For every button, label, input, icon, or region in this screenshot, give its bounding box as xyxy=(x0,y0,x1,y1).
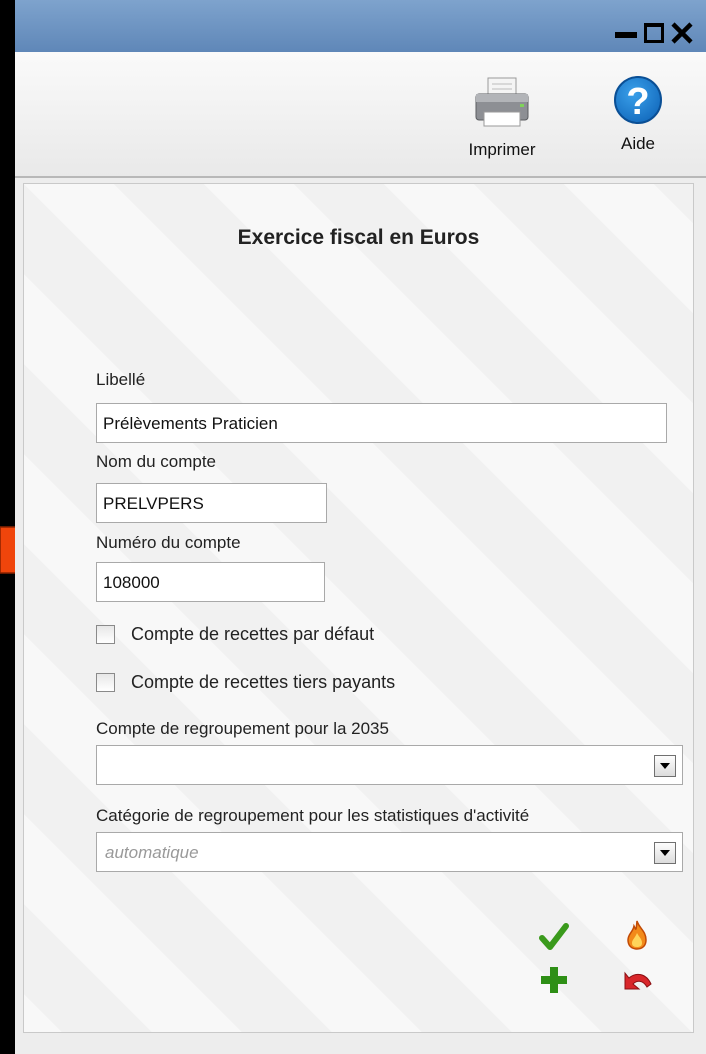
maximize-button[interactable] xyxy=(640,18,668,48)
page-title: Exercice fiscal en Euros xyxy=(237,226,480,249)
undo-button[interactable] xyxy=(620,963,654,997)
regroupement-2035-label: Compte de regroupement pour la 2035 xyxy=(96,719,389,738)
printer-icon xyxy=(475,77,529,127)
toolbar: Imprimer ? Aide xyxy=(15,52,706,178)
plus-icon xyxy=(541,967,567,993)
checkbox-recettes-defaut[interactable]: Compte de recettes par défaut xyxy=(96,624,374,645)
numero-compte-input[interactable]: 108000 xyxy=(96,562,325,602)
numero-compte-label: Numéro du compte xyxy=(96,533,241,552)
categorie-stats-select[interactable]: automatique xyxy=(96,832,683,872)
close-button[interactable] xyxy=(668,18,696,48)
checkbox-recettes-defaut-box[interactable] xyxy=(96,625,115,644)
help-button[interactable]: ? Aide xyxy=(603,76,673,154)
add-button[interactable] xyxy=(537,963,571,997)
form-panel: Exercice fiscal en Euros Libellé Prélève… xyxy=(23,183,694,1033)
checkbox-recettes-tiers-box[interactable] xyxy=(96,673,115,692)
chevron-down-icon[interactable] xyxy=(654,842,676,864)
categorie-stats-value: automatique xyxy=(105,843,199,862)
undo-icon xyxy=(624,971,652,990)
delete-button[interactable] xyxy=(620,918,654,952)
checkbox-recettes-tiers[interactable]: Compte de recettes tiers payants xyxy=(96,672,395,693)
checkbox-recettes-tiers-label: Compte de recettes tiers payants xyxy=(131,672,396,692)
help-label: Aide xyxy=(620,134,656,153)
window-controls xyxy=(612,18,696,48)
libelle-input[interactable]: Prélèvements Praticien xyxy=(96,403,667,443)
minimize-icon xyxy=(615,32,637,38)
app-window: Imprimer ? Aide Exercice fiscal en Euros… xyxy=(15,0,706,1054)
checkmark-icon xyxy=(539,923,569,950)
regroupement-2035-select[interactable] xyxy=(96,745,683,785)
maximize-icon xyxy=(644,23,664,43)
help-icon: ? xyxy=(614,76,662,124)
title-bar xyxy=(15,0,706,52)
chevron-down-icon[interactable] xyxy=(654,755,676,777)
libelle-label: Libellé xyxy=(96,370,146,389)
close-icon xyxy=(671,22,693,44)
validate-button[interactable] xyxy=(537,920,571,954)
nom-compte-input[interactable]: PRELVPERS xyxy=(96,483,327,523)
print-button[interactable]: Imprimer xyxy=(457,76,547,160)
print-label: Imprimer xyxy=(468,140,536,159)
nom-compte-label: Nom du compte xyxy=(96,452,216,471)
fire-icon xyxy=(627,920,647,950)
checkbox-recettes-defaut-label: Compte de recettes par défaut xyxy=(131,624,375,644)
categorie-stats-label: Catégorie de regroupement pour les stati… xyxy=(96,806,530,825)
minimize-button[interactable] xyxy=(612,18,640,48)
